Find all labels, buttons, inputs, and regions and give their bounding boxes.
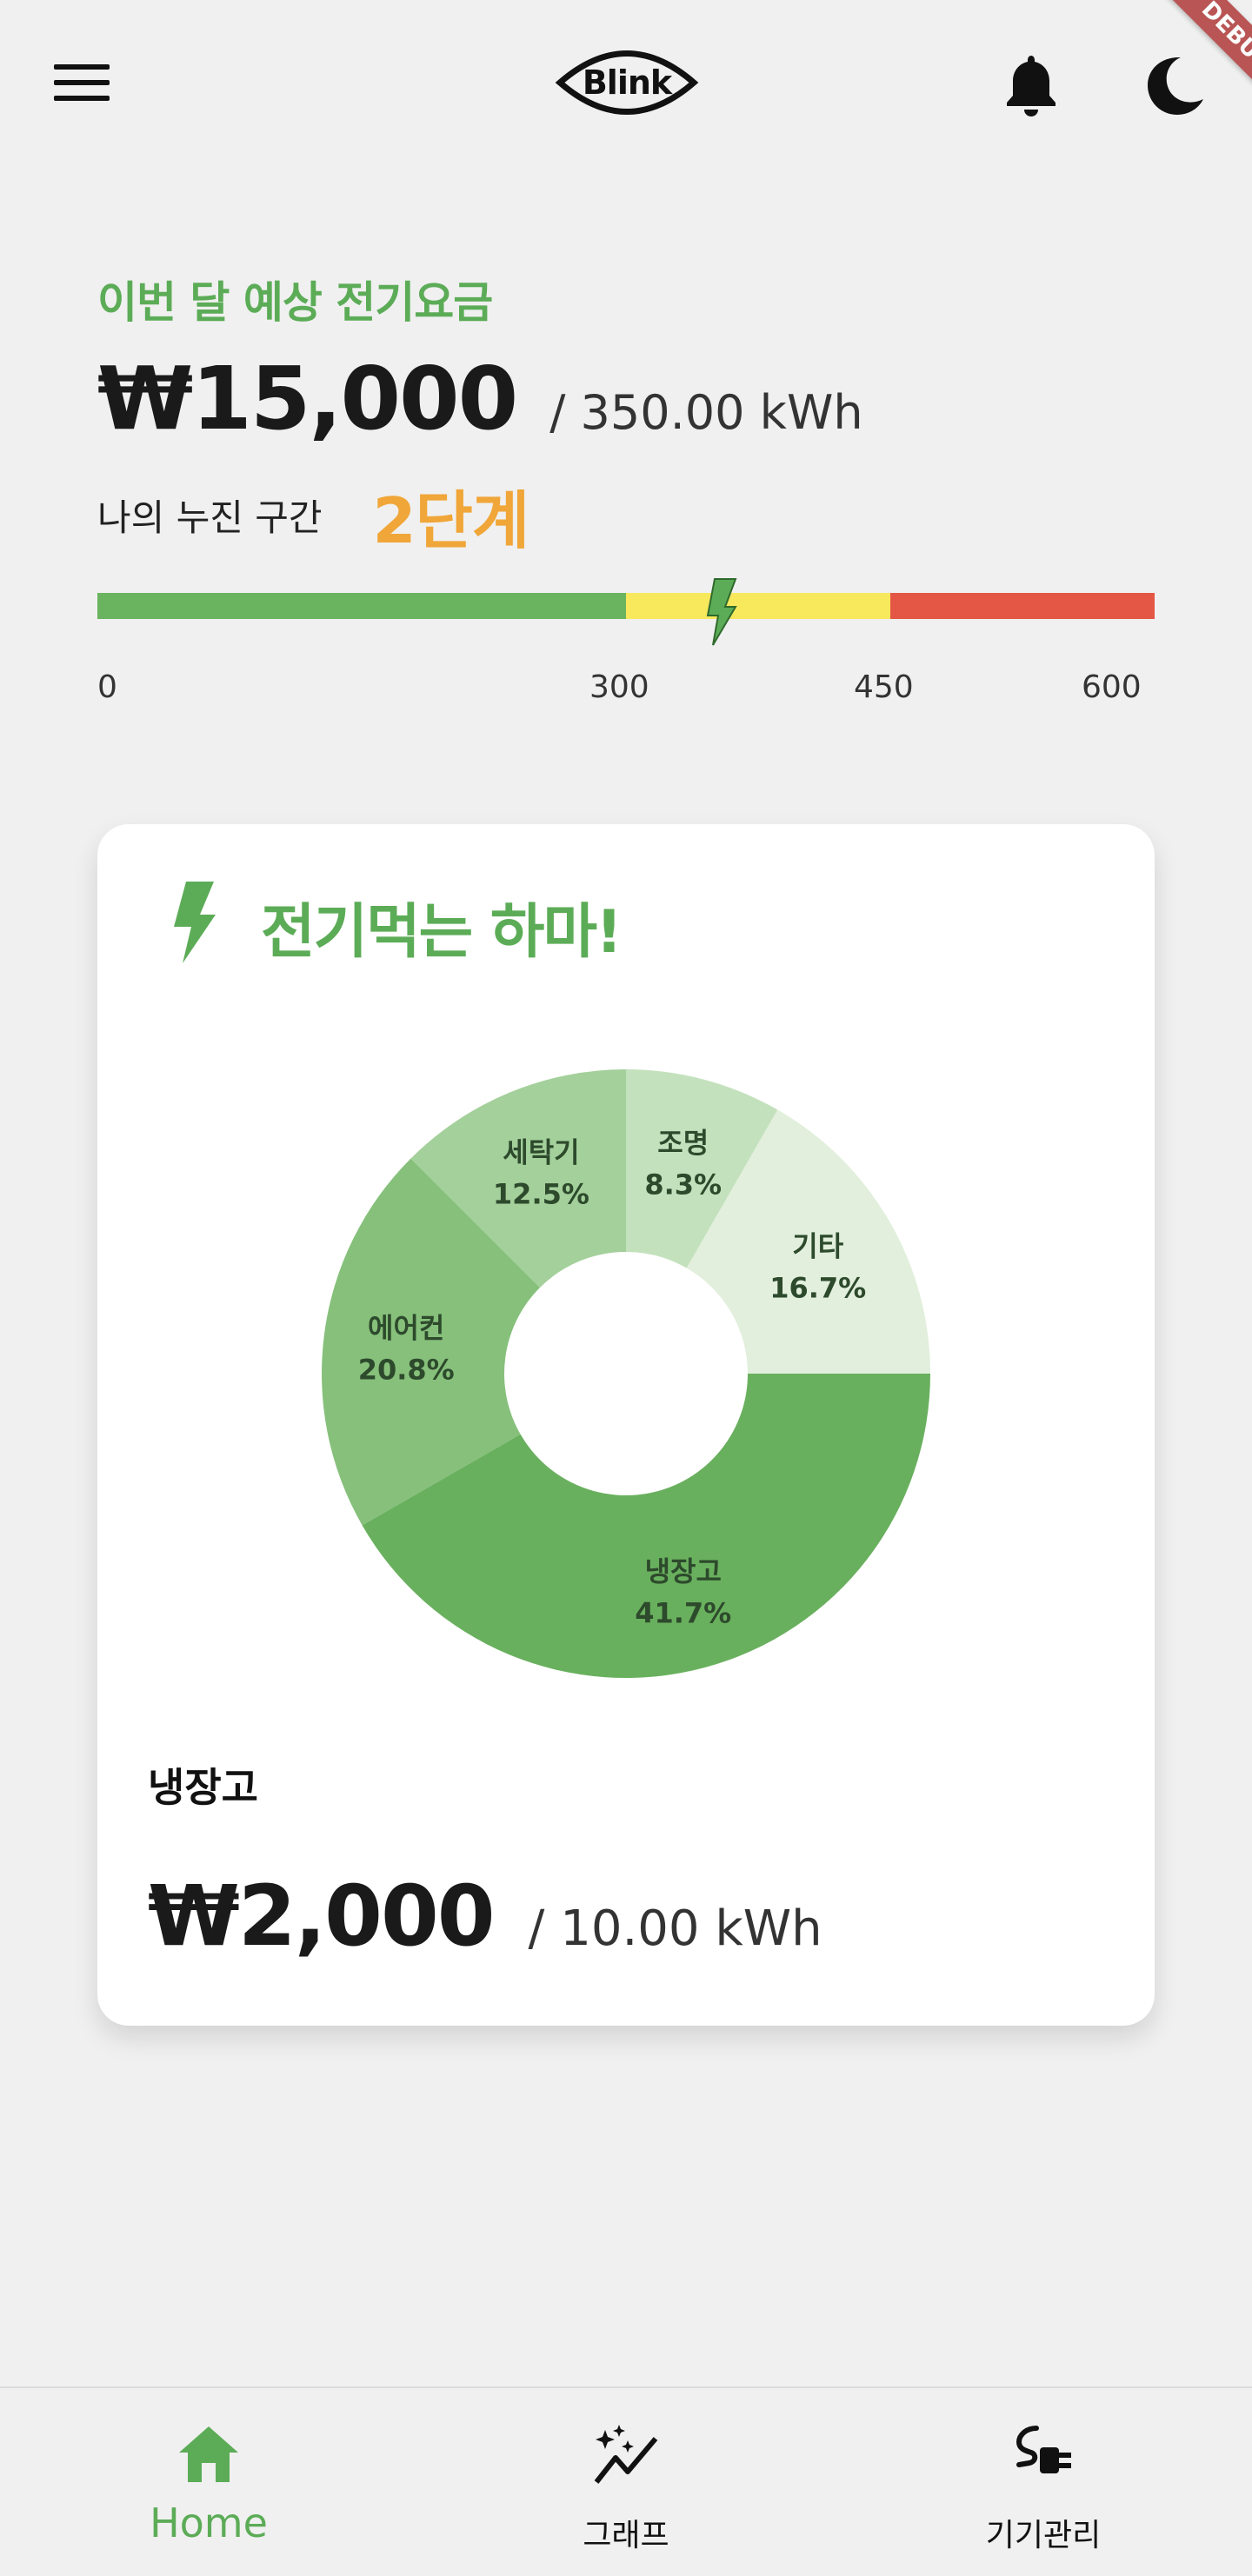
- tier-segment-high: [890, 593, 1155, 619]
- tier-tick-300: 300: [589, 669, 649, 705]
- monthly-estimate-label: 이번 달 예상 전기요금: [97, 277, 493, 328]
- tier-label: 나의 누진 구간: [97, 496, 323, 539]
- donut-slice-name-4: 기타: [792, 1229, 843, 1262]
- bottom-navigation-bar: Home 그래프 기기관리: [0, 2386, 1252, 2576]
- monthly-estimate-kwh: / 350.00 kWh: [549, 385, 863, 440]
- card-title: 전기먹는 하마!: [261, 898, 623, 967]
- monthly-estimate-row: ₩15,000 / 350.00 kWh: [97, 348, 863, 449]
- blink-logo: Blink: [555, 37, 699, 129]
- power-hog-card: 전기먹는 하마! 냉장고 41.7% 에어컨 20.8% 세탁기 12.5% 조명 8.3% 기…: [97, 824, 1155, 2026]
- donut-slice-name-0: 냉장고: [645, 1554, 722, 1588]
- donut-slice-percent-4: 16.7%: [769, 1271, 866, 1304]
- lightning-icon: [174, 882, 216, 963]
- selected-device-name: 냉장고: [148, 1764, 258, 1811]
- nav-item-devices[interactable]: 기기관리: [835, 2388, 1252, 2576]
- home-screen: DEBUG Blink 이번 달 예상 전기요금 ₩15,000 / 350.0…: [0, 0, 1252, 2576]
- donut-slice-percent-3: 8.3%: [644, 1168, 722, 1201]
- tier-tick-450: 450: [854, 669, 914, 705]
- nav-label-graph: 그래프: [583, 2518, 669, 2553]
- logo-text: Blink: [582, 63, 672, 102]
- nav-label-devices: 기기관리: [985, 2518, 1102, 2553]
- home-icon: [179, 2426, 238, 2482]
- donut-slice-percent-1: 20.8%: [358, 1353, 455, 1386]
- top-app-bar: Blink: [0, 35, 1252, 130]
- donut-slice-percent-0: 41.7%: [635, 1596, 731, 1629]
- donut-slice-percent-2: 12.5%: [493, 1177, 589, 1210]
- tier-segment-mid: [626, 593, 890, 619]
- plug-icon: [1016, 2426, 1071, 2473]
- selected-device-kwh: / 10.00 kWh: [528, 1900, 822, 1957]
- nav-item-home[interactable]: Home: [0, 2388, 417, 2576]
- donut-slice-name-1: 에어컨: [368, 1311, 444, 1344]
- notification-bell-icon[interactable]: [1002, 52, 1061, 118]
- selected-device-amount: ₩2,000: [148, 1867, 496, 1965]
- dark-mode-moon-icon[interactable]: [1146, 54, 1209, 116]
- selected-device-row: ₩2,000 / 10.00 kWh: [148, 1867, 822, 1965]
- tier-segment-low: [97, 593, 626, 619]
- nav-item-graph[interactable]: 그래프: [417, 2388, 835, 2576]
- donut-slice-name-2: 세탁기: [503, 1135, 579, 1168]
- tier-tick-0: 0: [97, 669, 117, 705]
- monthly-estimate-amount: ₩15,000: [97, 348, 518, 449]
- tier-progress-bar: [97, 578, 1155, 646]
- current-usage-lightning-icon: [706, 578, 737, 646]
- tier-row: 나의 누진 구간 2단계: [97, 469, 529, 561]
- tier-tick-600: 600: [1082, 669, 1142, 705]
- donut-slice-name-3: 조명: [657, 1127, 709, 1160]
- nav-label-home: Home: [150, 2499, 268, 2546]
- device-usage-donut-chart[interactable]: 냉장고 41.7% 에어컨 20.8% 세탁기 12.5% 조명 8.3% 기타 16.7%: [322, 1069, 930, 1678]
- graph-icon: [594, 2425, 658, 2484]
- tier-value: 2단계: [372, 484, 530, 557]
- menu-icon[interactable]: [54, 64, 113, 106]
